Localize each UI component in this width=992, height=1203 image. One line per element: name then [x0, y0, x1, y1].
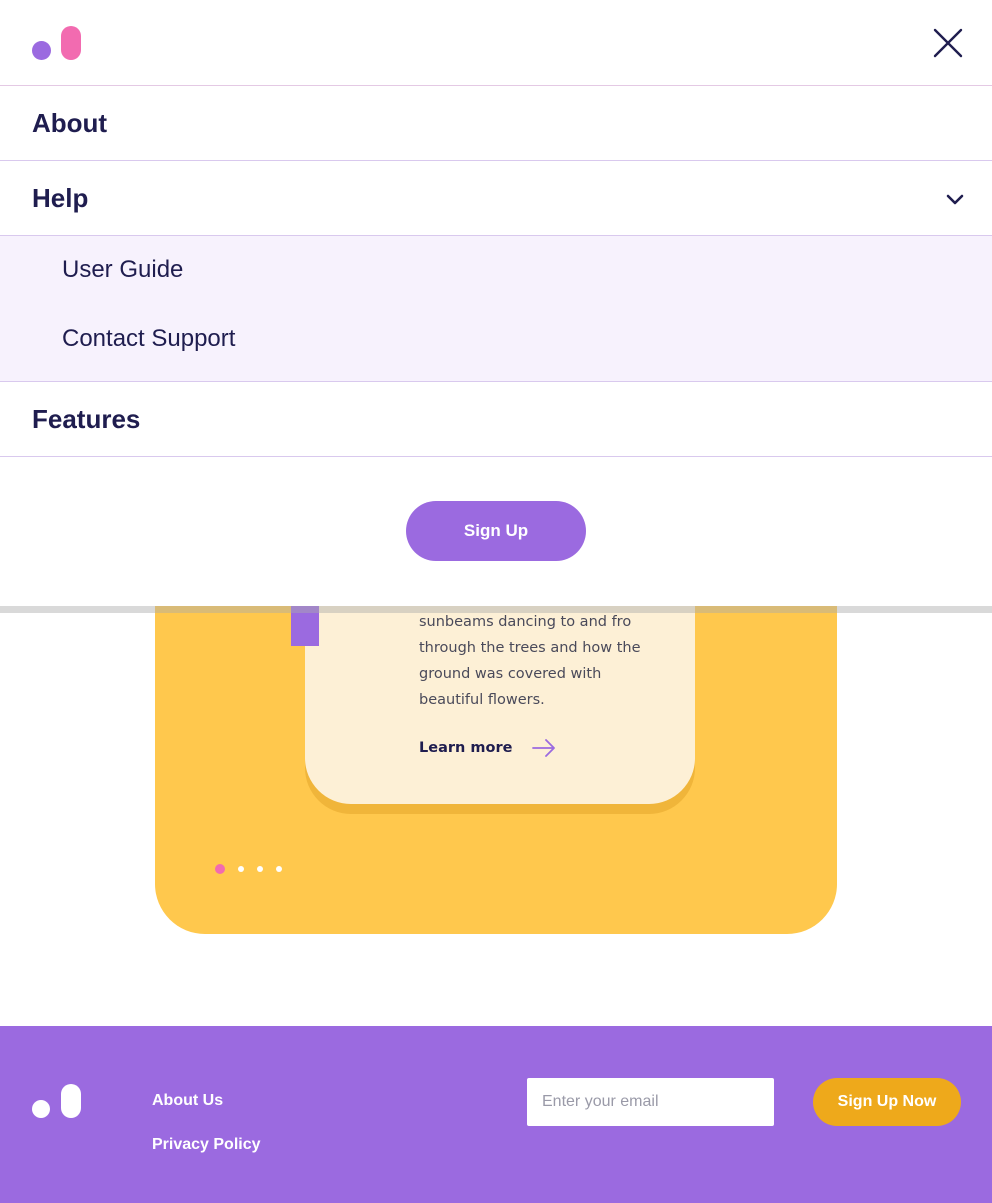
menu-header	[0, 0, 992, 86]
slider-dot[interactable]	[276, 866, 282, 872]
logo-bar	[61, 1084, 81, 1118]
footer-logo[interactable]	[32, 1084, 82, 1118]
footer: About Us Privacy Policy Sign Up Now	[0, 1026, 992, 1203]
email-input[interactable]	[527, 1078, 774, 1126]
slider-dot[interactable]	[238, 866, 244, 872]
learn-more-label: Learn more	[419, 740, 513, 756]
slide-text: sunbeams dancing to and fro through the …	[419, 614, 641, 708]
slider-dot[interactable]	[257, 866, 263, 872]
footer-link-about-us[interactable]: About Us	[152, 1092, 223, 1110]
menu-bottom-edge	[0, 606, 992, 613]
nav-item-about[interactable]: About	[0, 86, 992, 161]
learn-more-link[interactable]: Learn more	[419, 739, 556, 757]
footer-link-privacy-policy[interactable]: Privacy Policy	[152, 1136, 261, 1154]
logo[interactable]	[32, 26, 82, 60]
nav-item-features[interactable]: Features	[0, 382, 992, 457]
sign-up-button[interactable]: Sign Up	[406, 501, 586, 561]
slider-dot[interactable]	[215, 864, 225, 874]
sign-up-now-button[interactable]: Sign Up Now	[813, 1078, 961, 1126]
nav-item-label: Features	[32, 404, 141, 434]
submenu-item-contact-support[interactable]: Contact Support	[62, 325, 235, 353]
arrow-right-icon	[532, 739, 556, 757]
close-icon	[933, 28, 963, 58]
logo-dot	[32, 41, 51, 60]
close-menu-button[interactable]	[932, 27, 964, 59]
slider-dots	[215, 864, 282, 874]
nav-item-label: Help	[32, 183, 89, 213]
logo-bar	[61, 26, 81, 60]
nav-item-help[interactable]: Help	[0, 161, 992, 236]
submenu-item-user-guide[interactable]: User Guide	[62, 256, 183, 284]
chevron-down-icon	[946, 194, 964, 205]
nav-item-label: About	[32, 108, 108, 138]
logo-dot	[32, 1100, 50, 1118]
mobile-menu: About Help User Guide Contact Support Fe…	[0, 0, 992, 606]
help-submenu: User Guide Contact Support	[0, 236, 992, 382]
